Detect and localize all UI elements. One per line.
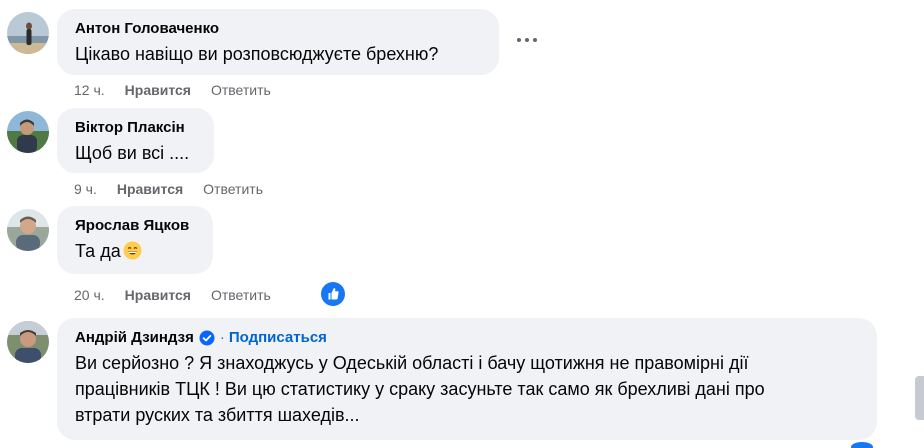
- comment-author[interactable]: Антон Головаченко: [75, 19, 219, 39]
- comment-timestamp[interactable]: 20 ч.: [74, 286, 105, 304]
- comment-bubble: Ярослав Яцков Та да: [57, 206, 213, 274]
- comment-bubble: Віктор Плаксін Щоб ви всі ....: [57, 108, 214, 173]
- comment-text: Цікаво навіщо ви розповсюджуєте брехню?: [75, 44, 439, 64]
- avatar[interactable]: [7, 12, 49, 54]
- comment-actions: 9 ч. Нравится Ответить: [74, 180, 263, 198]
- comment-text-content: Та да: [75, 241, 121, 261]
- reply-button[interactable]: Ответить: [211, 81, 271, 99]
- comment-timestamp[interactable]: 12 ч.: [74, 81, 105, 99]
- reply-button[interactable]: Ответить: [203, 180, 263, 198]
- comment-text: Ви серйозно ? Я знаходжусь у Одеській об…: [75, 350, 865, 428]
- comment-timestamp[interactable]: 9 ч.: [74, 180, 97, 198]
- reply-button[interactable]: Ответить: [211, 286, 271, 304]
- comment-author[interactable]: Ярослав Яцков: [75, 216, 189, 236]
- avatar[interactable]: [7, 321, 49, 363]
- comment-text-line: втрати руских та збиття шахедів...: [75, 405, 360, 425]
- follow-button[interactable]: Подписаться: [229, 328, 327, 348]
- like-button[interactable]: Нравится: [117, 180, 183, 198]
- like-button[interactable]: Нравится: [125, 286, 191, 304]
- like-button[interactable]: Нравится: [125, 81, 191, 99]
- more-options-icon[interactable]: [516, 30, 538, 48]
- comment-author[interactable]: Андрій Дзиндзя: [75, 328, 194, 348]
- comment-text-line: працівників ТЦК ! Ви цю статистику у сра…: [75, 379, 765, 399]
- scrollbar-thumb[interactable]: [915, 376, 924, 420]
- comment-author[interactable]: Віктор Плаксін: [75, 118, 185, 138]
- like-reaction-icon[interactable]: [321, 282, 345, 306]
- avatar-image: [7, 209, 49, 251]
- grinning-face-emoji: [123, 241, 142, 260]
- comment-bubble: Андрій Дзиндзя · Подписаться Ви серйозно…: [57, 318, 877, 440]
- avatar-image: [7, 321, 49, 363]
- comment-bubble: Антон Головаченко Цікаво навіщо ви розпо…: [57, 9, 499, 75]
- comment-actions: 12 ч. Нравится Ответить: [74, 81, 271, 99]
- partial-reaction-icon: [851, 442, 873, 448]
- avatar-image: [7, 111, 49, 153]
- comment-actions: 20 ч. Нравится Ответить: [74, 286, 271, 304]
- avatar-image: [7, 12, 49, 54]
- avatar[interactable]: [7, 111, 49, 153]
- comment-text: Та да: [75, 238, 197, 264]
- separator-dot: ·: [219, 329, 225, 346]
- verified-badge-icon: [199, 330, 215, 346]
- avatar[interactable]: [7, 209, 49, 251]
- comment-text: Щоб ви всі ....: [75, 143, 190, 163]
- comment-text-line: Ви серйозно ? Я знаходжусь у Одеській об…: [75, 353, 749, 373]
